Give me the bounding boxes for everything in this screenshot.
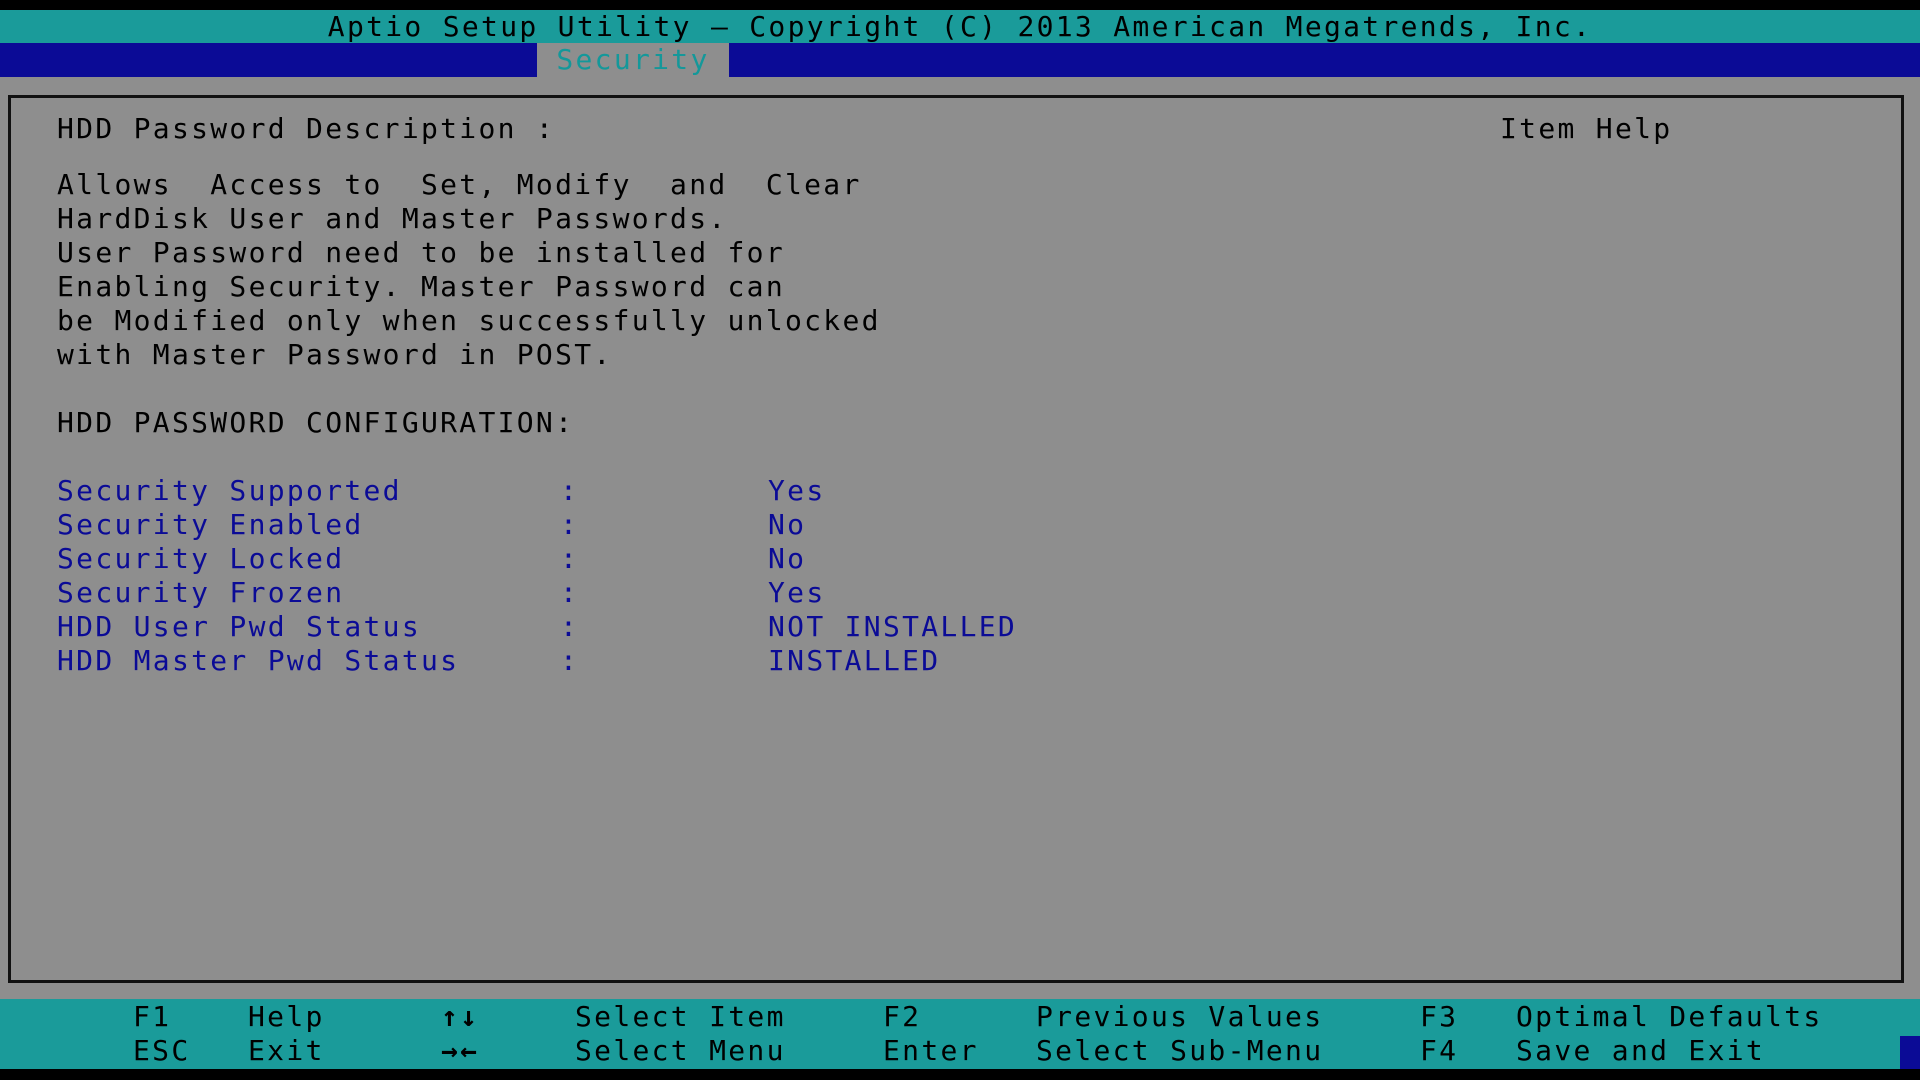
key-f4[interactable]: F4 [1420, 1034, 1458, 1068]
key-f3[interactable]: F3 [1420, 1000, 1458, 1034]
description-line: User Password need to be installed for [57, 236, 785, 269]
description-line: Allows Access to Set, Modify and Clear [57, 168, 862, 201]
field-value-security-frozen: Yes [768, 576, 826, 609]
field-label-security-frozen: Security Frozen [57, 576, 345, 609]
description-line: with Master Password in POST. [57, 338, 613, 371]
key-enter[interactable]: Enter [883, 1034, 979, 1068]
footer-keybar: F1 Help ESC Exit ↑↓ Select Item →← Selec… [0, 999, 1920, 1069]
field-value-security-enabled: No [768, 508, 807, 541]
key-f4-action: Save and Exit [1516, 1034, 1766, 1067]
menu-bar: Security [0, 43, 1920, 77]
description-line: be Modified only when successfully unloc… [57, 304, 881, 337]
title-bar: Aptio Setup Utility – Copyright (C) 2013… [0, 10, 1920, 43]
field-label-hdd-master-pwd-status: HDD Master Pwd Status [57, 644, 460, 677]
key-f2-action: Previous Values [1036, 1000, 1324, 1033]
field-separator: : [560, 610, 580, 643]
field-label-security-locked: Security Locked [57, 542, 345, 575]
field-separator: : [560, 508, 580, 541]
key-f2[interactable]: F2 [883, 1000, 921, 1034]
field-separator: : [560, 644, 580, 677]
field-label-security-enabled: Security Enabled [57, 508, 364, 541]
description-line: Enabling Security. Master Password can [57, 270, 785, 303]
key-f3-action: Optimal Defaults [1516, 1000, 1823, 1033]
item-help-label: Item Help [1500, 112, 1673, 145]
field-value-hdd-master-pwd-status: INSTALLED [768, 644, 941, 677]
description-line: HardDisk User and Master Passwords. [57, 202, 728, 235]
left-right-arrow-icon: →← [441, 1034, 480, 1067]
config-heading: HDD PASSWORD CONFIGURATION: [57, 406, 575, 439]
cursor-block [1900, 1036, 1920, 1069]
main-panel: HDD Password Description : Item Help All… [0, 77, 1920, 999]
tab-security[interactable]: Security [537, 43, 729, 77]
field-label-hdd-user-pwd-status: HDD User Pwd Status [57, 610, 421, 643]
field-value-hdd-user-pwd-status: NOT INSTALLED [768, 610, 1018, 643]
key-f1[interactable]: F1 [133, 1000, 171, 1034]
field-label-security-supported: Security Supported [57, 474, 402, 507]
key-esc[interactable]: ESC [133, 1034, 190, 1068]
field-value-security-locked: No [768, 542, 807, 575]
up-down-arrow-icon: ↑↓ [441, 1000, 480, 1033]
field-separator: : [560, 542, 580, 575]
title-text: Aptio Setup Utility – Copyright (C) 2013… [327, 10, 1593, 43]
key-leftright-action: Select Menu [575, 1034, 786, 1067]
key-enter-action: Select Sub-Menu [1036, 1034, 1324, 1067]
key-updown-action: Select Item [575, 1000, 786, 1033]
field-value-security-supported: Yes [768, 474, 826, 507]
key-esc-action: Exit [248, 1034, 325, 1067]
field-separator: : [560, 474, 580, 507]
field-separator: : [560, 576, 580, 609]
key-f1-action: Help [248, 1000, 325, 1033]
description-heading: HDD Password Description : [57, 112, 556, 145]
